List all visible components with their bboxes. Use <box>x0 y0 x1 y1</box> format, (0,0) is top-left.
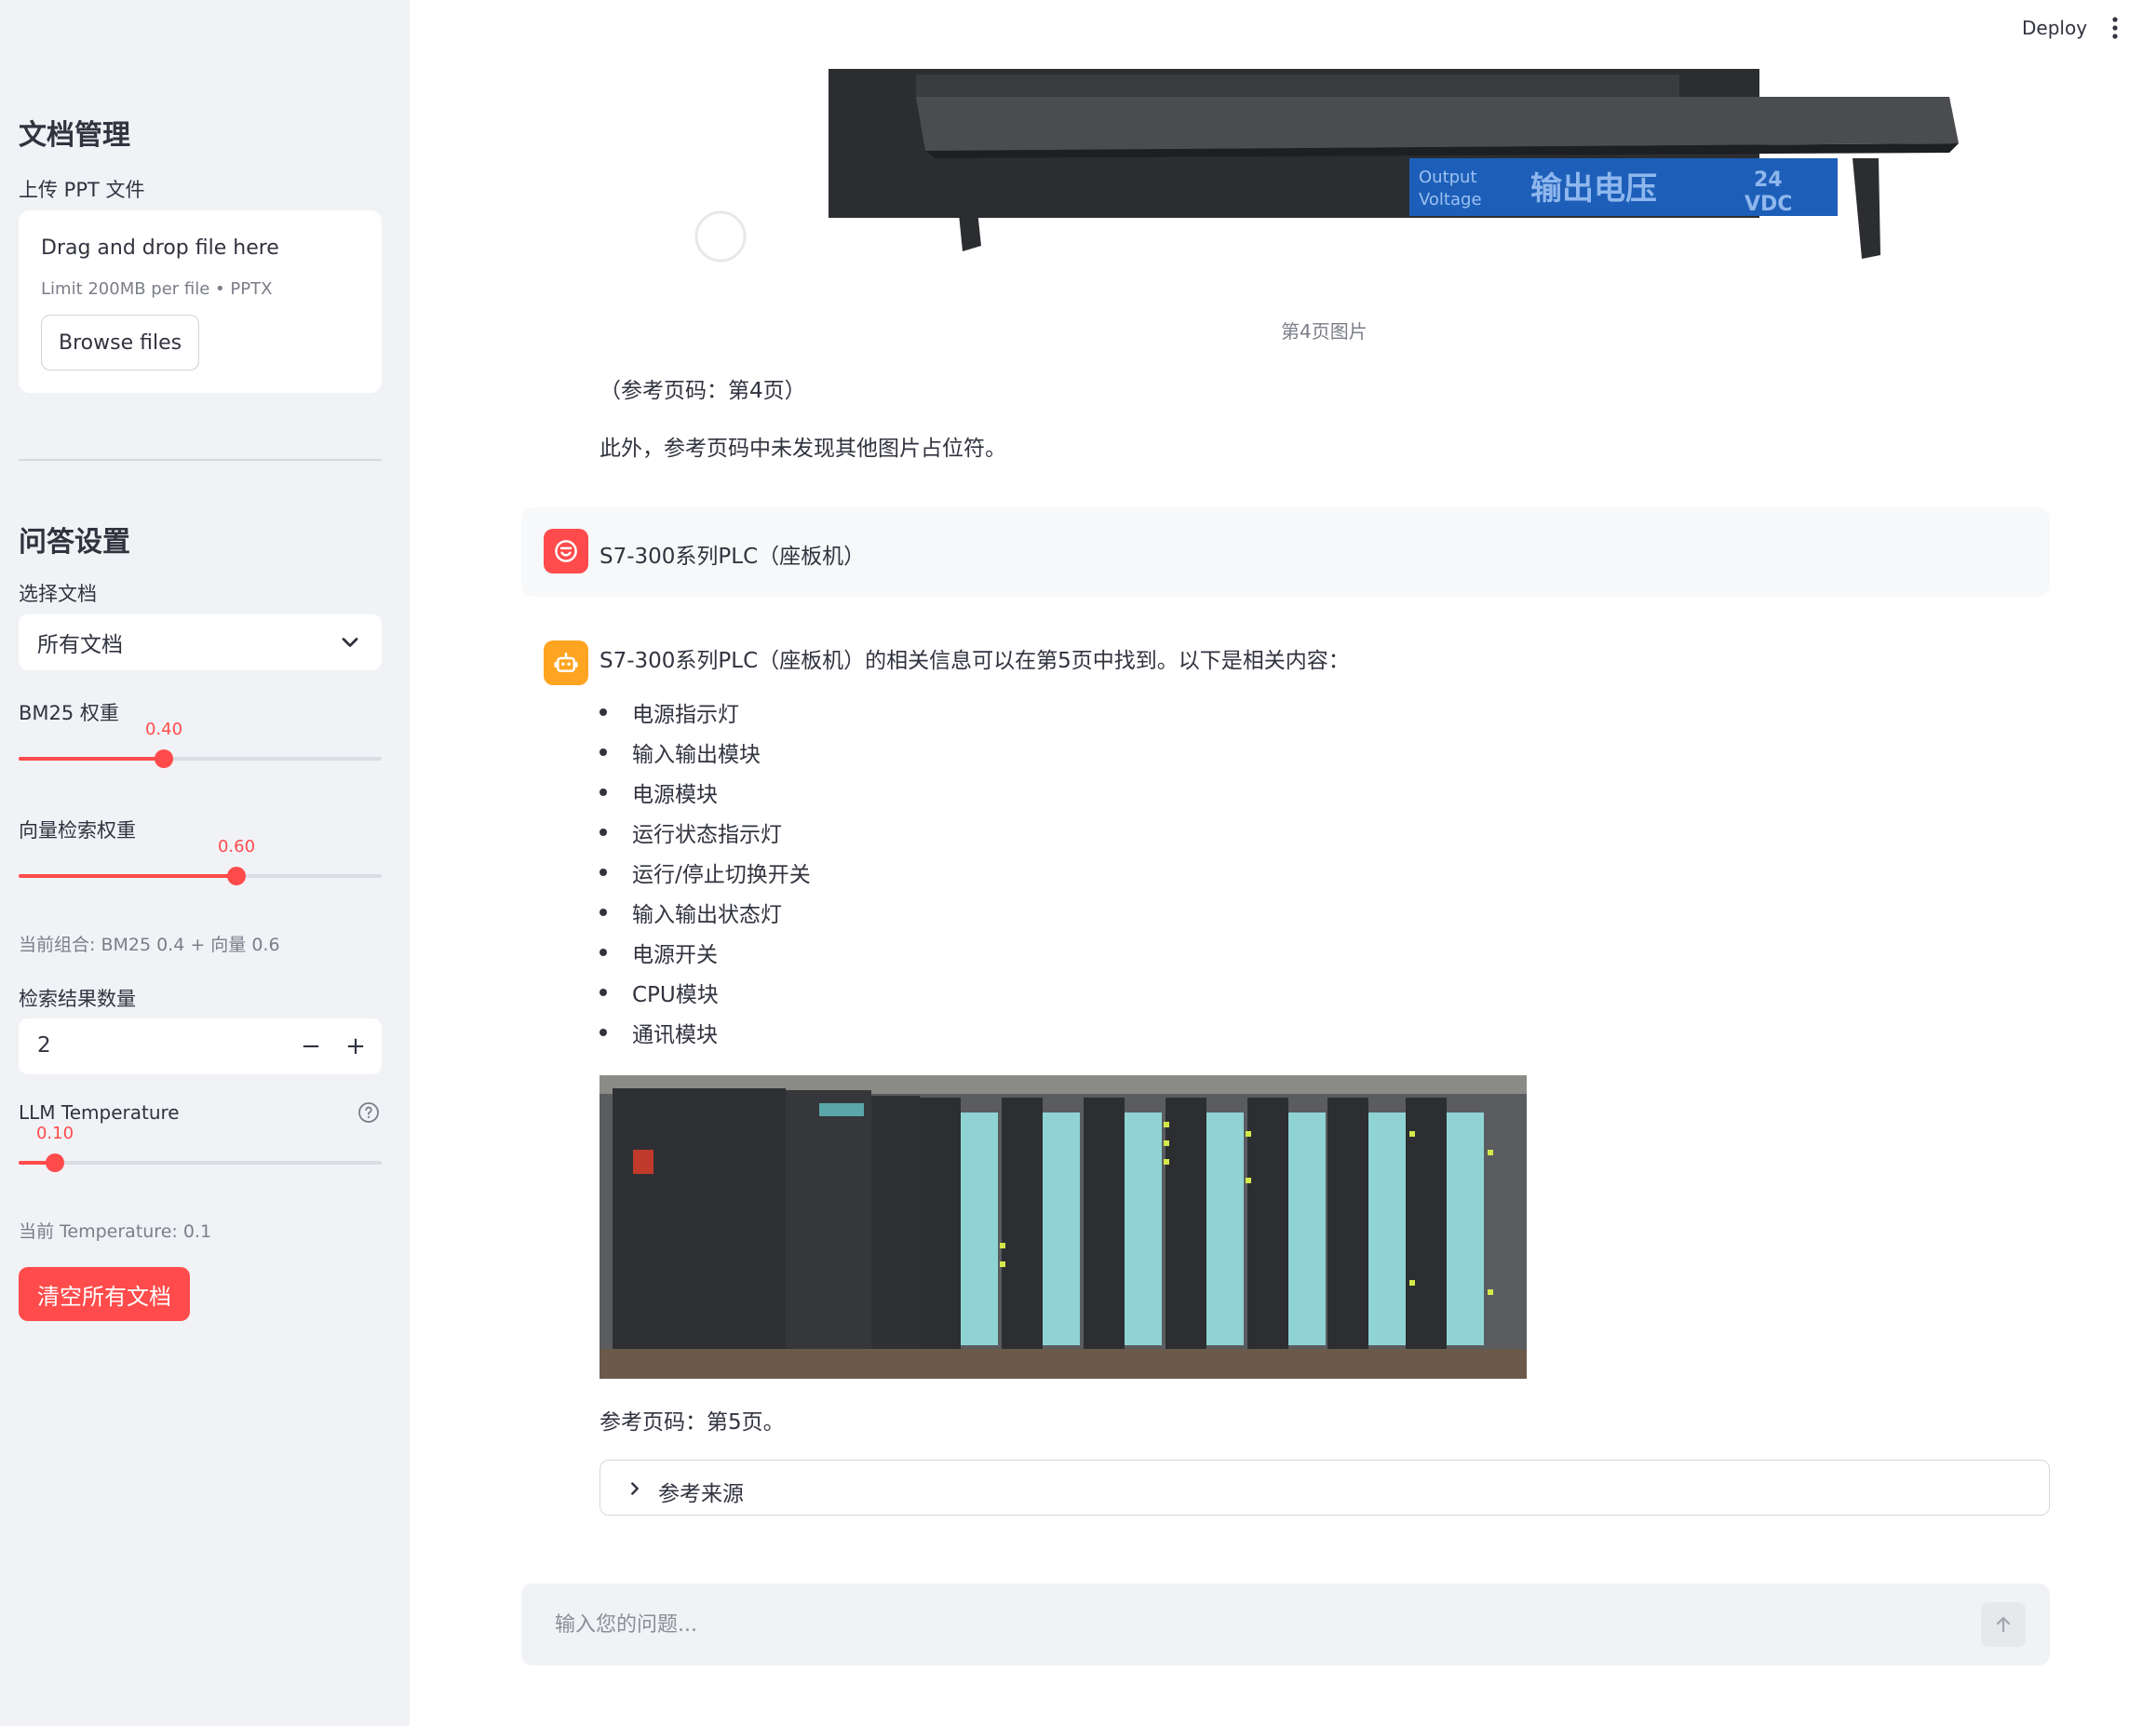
slider-value: 0.10 <box>35 1124 74 1143</box>
svg-text:24: 24 <box>1754 169 1783 192</box>
temperature-caption: 当前 Temperature: 0.1 <box>19 1221 212 1242</box>
svg-text:VDC: VDC <box>1745 193 1792 216</box>
doc-management-title: 文档管理 <box>19 119 130 152</box>
chat-input[interactable] <box>555 1606 1951 1643</box>
chevron-right-icon <box>631 1482 639 1495</box>
list-item: 运行状态指示灯 <box>600 816 811 856</box>
slider-thumb[interactable] <box>155 749 173 768</box>
page4-device-image: Output Voltage 输出电压 24 VDC <box>655 69 2005 311</box>
component-list: 电源指示灯 输入输出模块 电源模块 运行状态指示灯 运行/停止切换开关 输入输出… <box>600 696 811 1057</box>
doc-select-value: 所有文档 <box>37 633 123 657</box>
slider-thumb[interactable] <box>46 1153 64 1172</box>
sidebar-divider <box>19 459 382 461</box>
kebab-icon[interactable] <box>2106 15 2124 41</box>
topk-value[interactable]: 2 <box>37 1033 51 1058</box>
decrement-button[interactable]: − <box>292 1028 330 1065</box>
slider-value: 0.60 <box>217 837 256 856</box>
list-item: 电源开关 <box>600 937 811 977</box>
bm25-weight-label: BM25 权重 <box>19 702 119 724</box>
image-caption: 第4页图片 <box>1281 320 1368 343</box>
svg-text:输出电压: 输出电压 <box>1530 170 1657 208</box>
weight-combo-caption: 当前组合: BM25 0.4 + 向量 0.6 <box>19 935 280 955</box>
list-item: 电源指示灯 <box>600 696 811 736</box>
increment-button[interactable]: + <box>337 1028 374 1065</box>
list-item: 运行/停止切换开关 <box>600 856 811 897</box>
arrow-up-icon <box>1996 1616 2011 1633</box>
assistant-intro-text: S7-300系列PLC（座板机）的相关信息可以在第5页中找到。以下是相关内容： <box>600 649 1350 673</box>
user-avatar-icon <box>544 529 588 573</box>
help-icon[interactable] <box>357 1101 380 1124</box>
deploy-button[interactable]: Deploy <box>2022 17 2087 39</box>
assistant-avatar-icon <box>544 641 588 685</box>
sidebar: 文档管理 上传 PPT 文件 Drag and drop file here L… <box>0 0 410 1726</box>
slider-thumb[interactable] <box>227 867 246 885</box>
list-item: 输入输出模块 <box>600 736 811 776</box>
send-button[interactable] <box>1981 1602 2026 1647</box>
prev-reference-text: （参考页码：第4页） <box>600 379 806 403</box>
sources-expander-label: 参考来源 <box>658 1482 744 1506</box>
user-message-text: S7-300系列PLC（座板机） <box>600 545 866 569</box>
topk-label: 检索结果数量 <box>19 988 136 1010</box>
select-doc-label: 选择文档 <box>19 583 97 605</box>
svg-text:Voltage: Voltage <box>1419 190 1482 209</box>
browse-files-button[interactable]: Browse files <box>41 315 200 371</box>
sources-expander[interactable]: 参考来源 <box>600 1460 2050 1516</box>
slider-fill <box>19 874 236 878</box>
list-item: CPU模块 <box>600 977 811 1017</box>
file-uploader-dropzone[interactable]: Drag and drop file here Limit 200MB per … <box>19 210 382 393</box>
temperature-slider[interactable]: 0.10 <box>19 1124 382 1172</box>
list-item: 电源模块 <box>600 776 811 816</box>
chat-input-container <box>521 1584 2050 1665</box>
topk-number-input[interactable]: 2 − + <box>19 1018 382 1074</box>
assistant-reference-text: 参考页码：第5页。 <box>600 1410 785 1435</box>
list-item: 输入输出状态灯 <box>600 897 811 937</box>
upload-label: 上传 PPT 文件 <box>19 179 145 201</box>
list-item: 通讯模块 <box>600 1017 811 1057</box>
temperature-label: LLM Temperature <box>19 1101 180 1124</box>
dropzone-limit: Limit 200MB per file • PPTX <box>41 279 273 299</box>
vector-weight-slider[interactable]: 0.60 <box>19 837 382 885</box>
slider-value: 0.40 <box>144 720 183 739</box>
qa-settings-title: 问答设置 <box>19 526 130 559</box>
bm25-weight-slider[interactable]: 0.40 <box>19 720 382 768</box>
dropzone-text: Drag and drop file here <box>41 236 279 260</box>
prev-note-text: 此外，参考页码中未发现其他图片占位符。 <box>600 437 1006 461</box>
slider-fill <box>19 757 164 761</box>
clear-all-docs-button[interactable]: 清空所有文档 <box>19 1267 190 1321</box>
vector-weight-label: 向量检索权重 <box>19 819 136 842</box>
plc-rack-image <box>600 1075 1527 1379</box>
chevron-down-icon <box>342 638 358 647</box>
svg-text:Output: Output <box>1419 168 1477 187</box>
doc-select[interactable]: 所有文档 <box>19 614 382 670</box>
